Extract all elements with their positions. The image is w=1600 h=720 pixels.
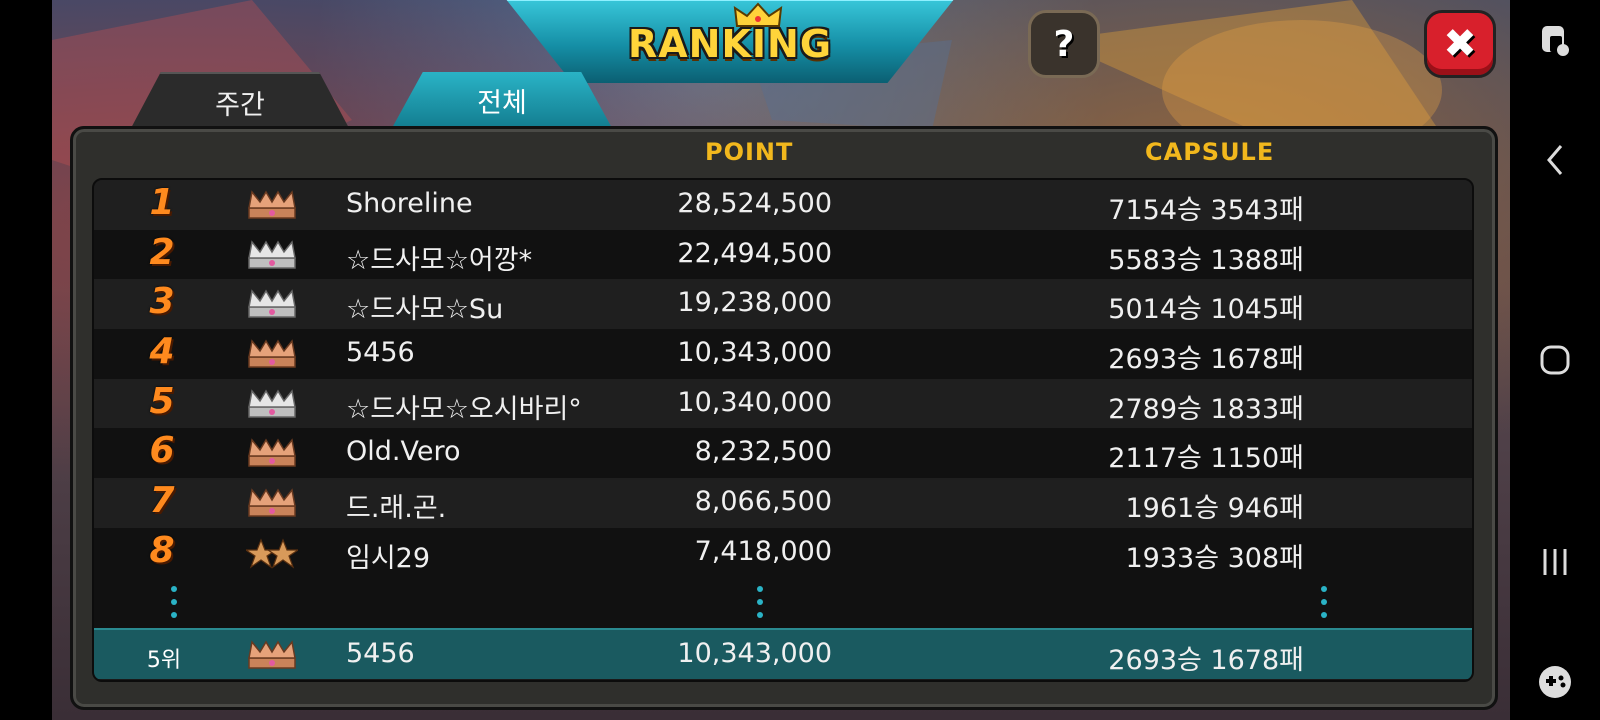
bronze-crown-icon xyxy=(248,190,296,219)
player-point: 22,494,500 xyxy=(677,237,832,269)
rank-number: 2 xyxy=(149,231,175,273)
tab-weekly-label: 주간 xyxy=(215,89,265,121)
ranking-row[interactable]: 3 ☆드사모☆Su 19,238,000 5014승 1045패 xyxy=(94,279,1472,330)
recents-icon[interactable] xyxy=(1510,537,1600,587)
my-capsule: 2693승 1678패 xyxy=(1108,644,1304,676)
ranking-row[interactable]: 1 Shoreline 28,524,500 7154승 3543패 xyxy=(94,180,1472,230)
player-capsule: 5583승 1388패 xyxy=(1108,244,1304,276)
player-point: 8,066,500 xyxy=(694,486,832,518)
silver-crown-icon xyxy=(248,289,296,319)
bronze-crown-icon xyxy=(248,339,296,368)
ranking-row[interactable]: 5 ☆드사모☆오시바리° 10,340,000 2789승 1833패 xyxy=(94,378,1472,429)
help-icon: ? xyxy=(1053,23,1075,65)
player-capsule: 2789승 1833패 xyxy=(1108,393,1304,425)
rank-number: 7 xyxy=(149,480,175,522)
player-capsule: 2117승 1150패 xyxy=(1108,443,1304,475)
ellipsis-row xyxy=(94,577,1472,628)
tab-all[interactable]: 전체 xyxy=(392,72,612,128)
player-name: Old.Vero xyxy=(346,436,461,468)
rank-number: 8 xyxy=(149,529,175,571)
ranking-row[interactable]: 2 ☆드사모☆어깡* 22,494,500 5583승 1388패 xyxy=(94,229,1472,280)
player-name: ☆드사모☆오시바리° xyxy=(346,393,582,425)
left-black-bar xyxy=(0,0,52,720)
my-rank-row[interactable]: 5위 5456 10,343,000 2693승 1678패 xyxy=(94,627,1472,680)
silver-crown-icon xyxy=(248,239,296,269)
ranking-row[interactable]: 6 Old.Vero 8,232,500 2117승 1150패 xyxy=(94,428,1472,479)
tab-weekly[interactable]: 주간 xyxy=(130,72,350,130)
bronze-crown-icon xyxy=(248,639,296,669)
my-point: 10,343,000 xyxy=(677,637,832,669)
player-name: Shoreline xyxy=(346,188,473,219)
bronze-crown-icon xyxy=(248,488,296,517)
player-name: ☆드사모☆Su xyxy=(346,294,504,326)
point-column-header: POINT xyxy=(705,138,794,166)
ranking-row[interactable]: 8 임시29 7,418,000 1933승 308패 xyxy=(94,527,1472,578)
ranking-list[interactable]: 1 Shoreline 28,524,500 7154승 3543패 2 ☆드사모☆어깡*… xyxy=(92,178,1474,682)
player-capsule: 2693승 1678패 xyxy=(1108,344,1304,376)
page-title: RANKING xyxy=(627,22,833,66)
home-icon[interactable] xyxy=(1510,335,1600,385)
player-point: 19,238,000 xyxy=(677,287,832,319)
close-button[interactable]: ✖ xyxy=(1424,10,1496,78)
two-stars-icon xyxy=(246,538,298,569)
player-point: 7,418,000 xyxy=(694,535,832,567)
back-icon[interactable] xyxy=(1510,135,1600,185)
ellipsis-icon xyxy=(1321,585,1327,618)
player-point: 10,343,000 xyxy=(677,337,832,369)
rank-number: 1 xyxy=(149,182,175,223)
rank-number: 5 xyxy=(149,380,175,422)
rank-number: 6 xyxy=(149,430,175,472)
help-button[interactable]: ? xyxy=(1028,10,1100,78)
player-name: 드.래.곤. xyxy=(346,493,447,525)
player-capsule: 7154승 3543패 xyxy=(1108,195,1304,226)
player-capsule: 1961승 946패 xyxy=(1125,493,1304,525)
close-icon: ✖ xyxy=(1443,21,1477,67)
game-launcher-icon[interactable] xyxy=(1510,660,1600,704)
bronze-crown-icon xyxy=(248,438,296,468)
player-capsule: 5014승 1045패 xyxy=(1108,294,1304,326)
system-nav-bar xyxy=(1510,0,1600,720)
rank-number: 3 xyxy=(149,281,175,323)
player-point: 28,524,500 xyxy=(677,188,832,219)
rank-number: 4 xyxy=(149,331,175,373)
ellipsis-icon xyxy=(757,585,763,618)
tab-all-label: 전체 xyxy=(477,87,527,119)
silver-crown-icon xyxy=(248,389,296,418)
my-rank: 5위 xyxy=(146,647,182,673)
player-point: 8,232,500 xyxy=(694,436,832,468)
player-capsule: 1933승 308패 xyxy=(1125,542,1304,574)
ranking-row[interactable]: 4 5456 10,343,000 2693승 1678패 xyxy=(94,329,1472,379)
player-name: 임시29 xyxy=(346,542,431,574)
screen-lock-icon[interactable] xyxy=(1510,18,1600,62)
capsule-column-header: CAPSULE xyxy=(1145,138,1275,166)
player-name: ☆드사모☆어깡* xyxy=(346,244,533,276)
ellipsis-icon xyxy=(171,585,177,618)
ranking-row[interactable]: 7 드.래.곤. 8,066,500 1961승 946패 xyxy=(94,478,1472,528)
my-player-name: 5456 xyxy=(346,637,415,669)
player-point: 10,340,000 xyxy=(677,386,832,418)
player-name: 5456 xyxy=(346,337,415,369)
